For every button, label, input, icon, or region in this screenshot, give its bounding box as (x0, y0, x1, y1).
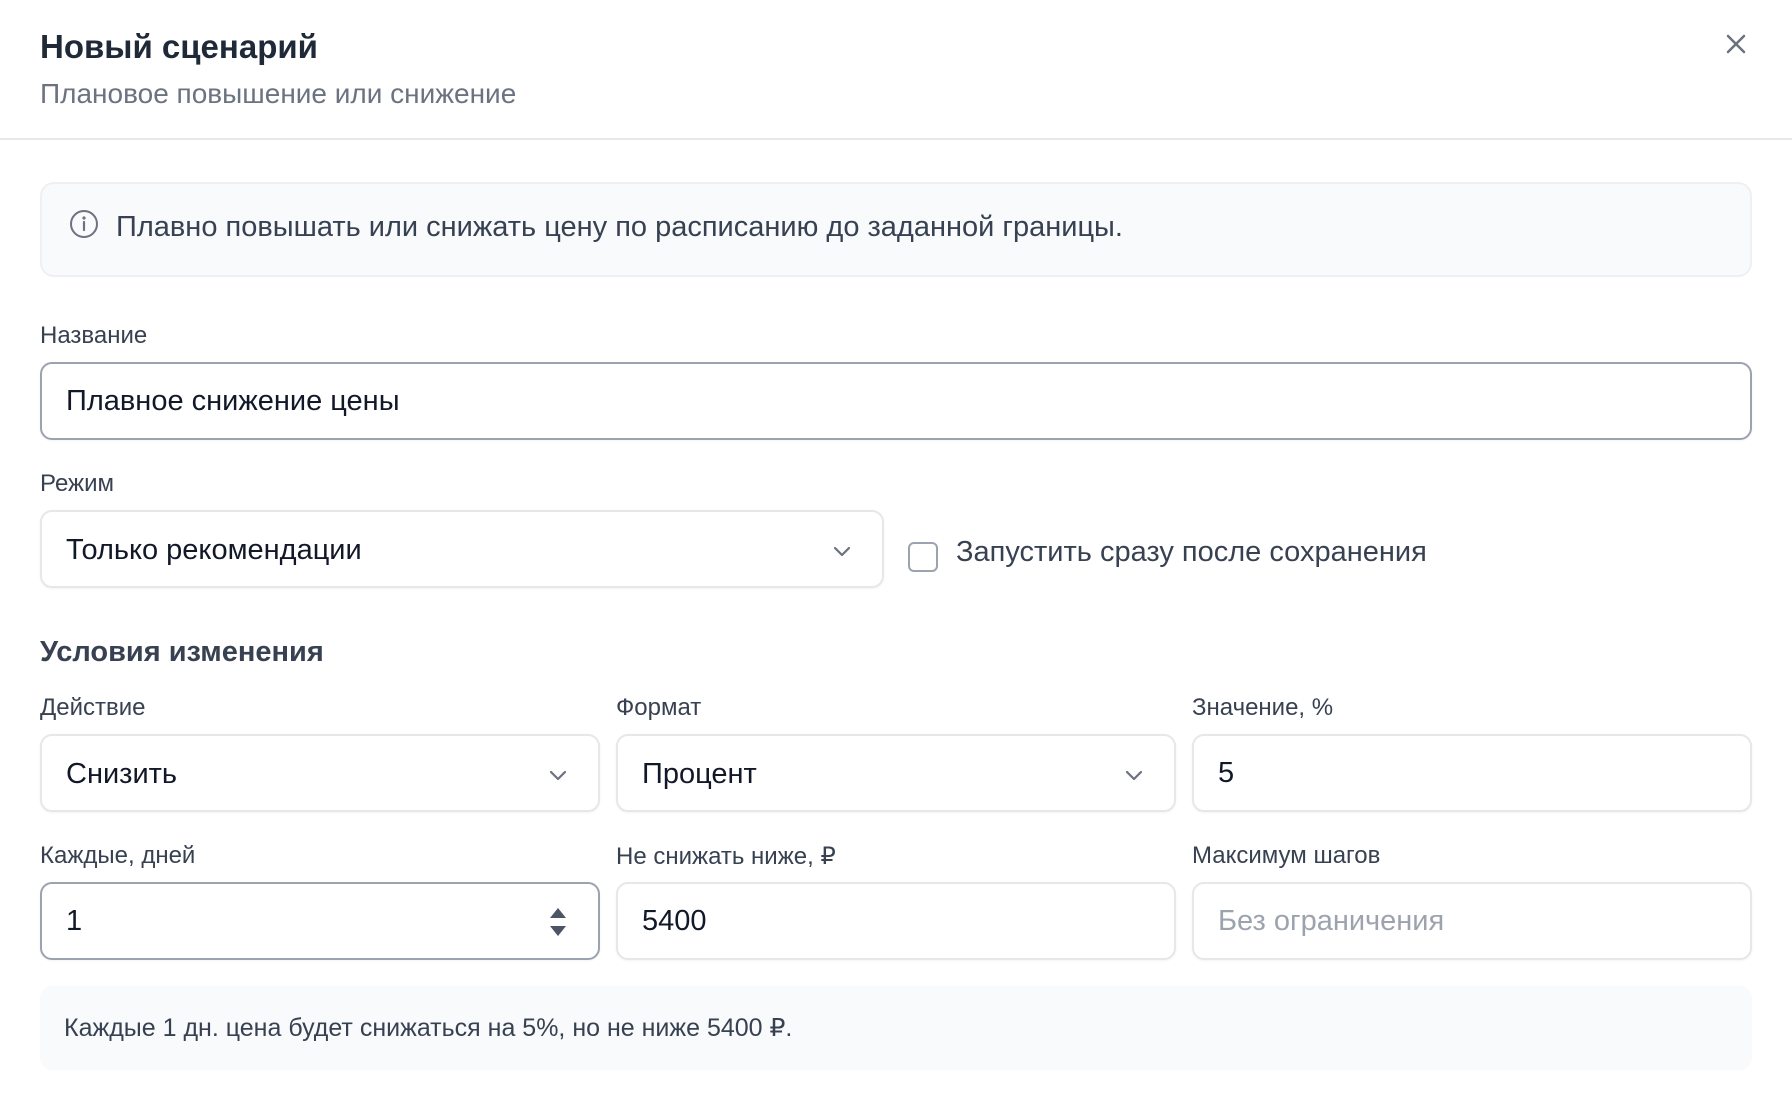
name-label: Название (40, 322, 148, 349)
every-days-field[interactable] (40, 882, 600, 960)
every-days-input[interactable] (42, 884, 598, 958)
mode-label: Режим (40, 470, 114, 497)
name-input[interactable] (42, 364, 1750, 438)
floor-price-label: Не снижать ниже, ₽ (616, 843, 836, 870)
autostart-checkbox[interactable] (908, 542, 938, 572)
action-label: Действие (40, 694, 146, 721)
dialog-title: Новый сценарий (40, 28, 318, 65)
close-button[interactable] (1716, 24, 1756, 64)
spinner-arrows-icon[interactable] (546, 906, 570, 938)
value-input[interactable] (1194, 736, 1750, 810)
format-label: Формат (616, 694, 702, 721)
max-steps-input[interactable] (1194, 884, 1750, 958)
floor-price-input[interactable] (618, 884, 1174, 958)
chevron-down-icon (833, 546, 851, 557)
format-select-value: Процент (642, 758, 757, 790)
action-select[interactable]: Снизить (40, 734, 600, 812)
autostart-label[interactable]: Запустить сразу после сохранения (956, 536, 1427, 569)
max-steps-field[interactable] (1192, 882, 1752, 960)
format-select[interactable]: Процент (616, 734, 1176, 812)
max-steps-label: Максимум шагов (1192, 842, 1381, 869)
info-icon (70, 210, 98, 238)
dialog-header: Новый сценарий Плановое повышение или сн… (0, 0, 1792, 140)
mode-select[interactable]: Только рекомендации (40, 510, 884, 588)
floor-price-field[interactable] (616, 882, 1176, 960)
dialog-subtitle: Плановое повышение или снижение (40, 78, 517, 109)
info-text: Плавно повышать или снижать цену по расп… (116, 211, 1123, 243)
action-select-value: Снизить (66, 758, 178, 790)
mode-select-value: Только рекомендации (66, 534, 362, 566)
summary-box: Каждые 1 дн. цена будет снижаться на 5%,… (40, 986, 1752, 1070)
every-days-label: Каждые, дней (40, 842, 196, 869)
chevron-down-icon (549, 770, 567, 781)
summary-text: Каждые 1 дн. цена будет снижаться на 5%,… (64, 1014, 793, 1042)
value-label: Значение, % (1192, 694, 1334, 721)
conditions-title: Условия изменения (40, 636, 324, 668)
close-icon (1726, 34, 1746, 54)
chevron-down-icon (1125, 770, 1143, 781)
info-banner: Плавно повышать или снижать цену по расп… (40, 182, 1752, 277)
value-field[interactable] (1192, 734, 1752, 812)
scenario-dialog: Новый сценарий Плановое повышение или сн… (0, 0, 1792, 1094)
name-field[interactable] (40, 362, 1752, 440)
